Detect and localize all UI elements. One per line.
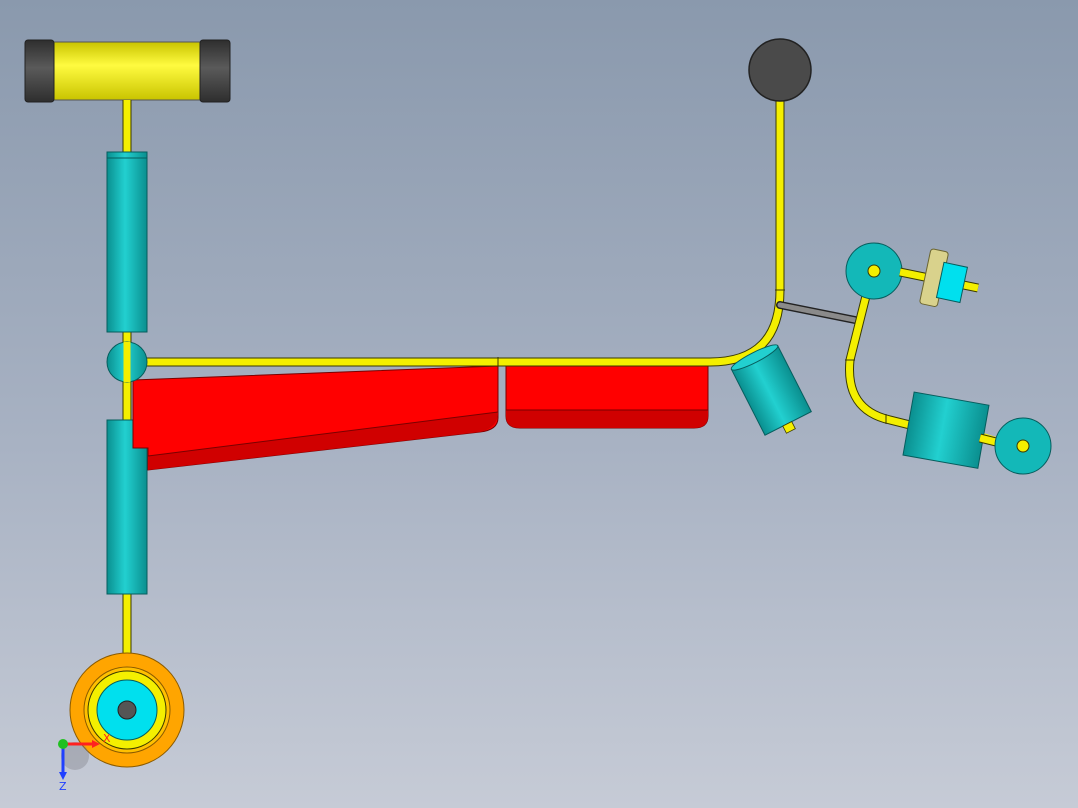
y-axis-dot <box>58 739 68 749</box>
upper-sleeve[interactable] <box>106 151 148 333</box>
z-axis-label: Z <box>59 780 67 793</box>
left-red-panel[interactable] <box>132 365 499 471</box>
horizontal-arm-tube[interactable] <box>127 100 785 367</box>
x-axis-label: X <box>103 732 111 745</box>
cad-model-viewport[interactable]: X Z <box>0 0 1078 808</box>
pivot-collar[interactable] <box>106 341 148 383</box>
roller-left-cap <box>24 39 55 103</box>
roller-right-cap <box>199 39 231 103</box>
top-knob[interactable] <box>748 38 812 102</box>
lower-right-cylinder[interactable] <box>902 391 1005 471</box>
right-linkage-tube[interactable] <box>845 278 912 430</box>
upper-right-disc[interactable] <box>845 242 903 300</box>
right-red-panel[interactable] <box>505 365 709 429</box>
connecting-rod[interactable] <box>776 301 859 324</box>
roller-body <box>51 41 203 101</box>
assembly-drawing[interactable]: X Z <box>0 0 1078 808</box>
top-roller[interactable] <box>24 39 231 103</box>
lower-right-disc[interactable] <box>978 417 1052 475</box>
